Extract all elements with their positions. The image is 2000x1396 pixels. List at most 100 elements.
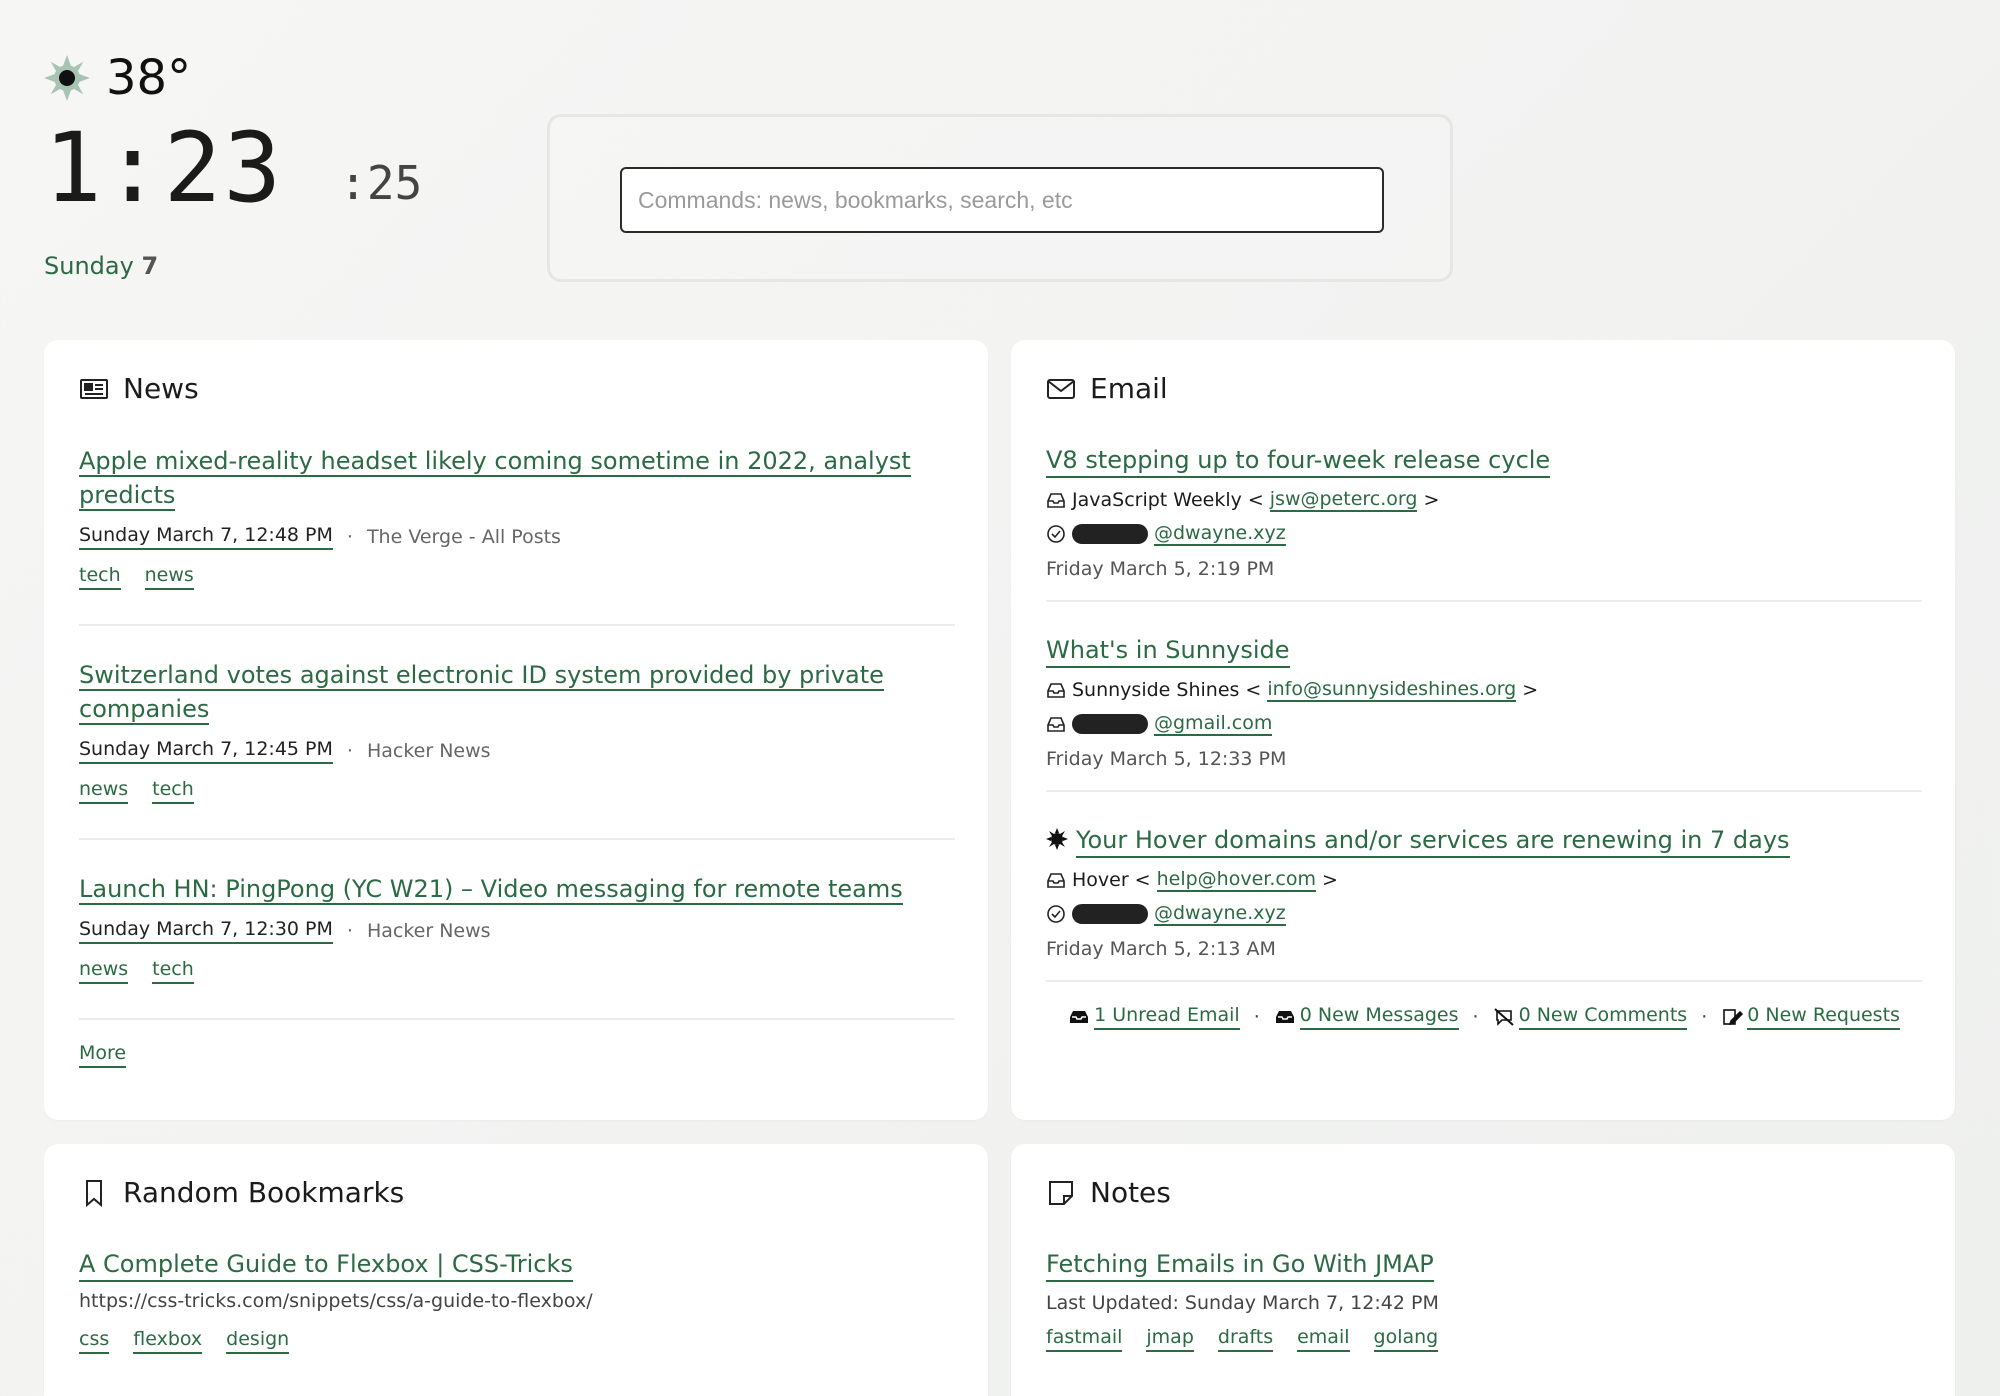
clock-seconds: :25 xyxy=(339,156,423,210)
bookmark-icon xyxy=(79,1178,109,1208)
email-item: Your Hover domains and/or services are r… xyxy=(1046,826,1922,960)
new-comments-link[interactable]: 0 New Comments xyxy=(1493,1004,1688,1030)
notes-heading: Notes xyxy=(1046,1176,1171,1209)
new-messages-link[interactable]: 0 New Messages xyxy=(1274,1004,1459,1030)
angle-close: > xyxy=(1423,489,1440,511)
check-badge-icon xyxy=(1046,904,1066,924)
newspaper-icon xyxy=(79,374,109,404)
sender-address[interactable]: help@hover.com xyxy=(1156,868,1316,892)
tag-link[interactable]: flexbox xyxy=(133,1328,203,1354)
inbox-tray-icon xyxy=(1274,1007,1296,1027)
notes-title: Notes xyxy=(1090,1176,1171,1209)
sun-icon xyxy=(42,53,92,103)
notes-card: Notes Fetching Emails in Go With JMAP La… xyxy=(1011,1144,1955,1396)
note-updated: Last Updated: Sunday March 7, 12:42 PM xyxy=(1046,1292,1439,1314)
temperature: 38° xyxy=(106,50,192,106)
day-name: Sunday xyxy=(44,252,134,280)
sender-address[interactable]: info@sunnysideshines.org xyxy=(1267,678,1517,702)
email-to: @gmail.com xyxy=(1046,712,1922,736)
tag-link[interactable]: drafts xyxy=(1217,1326,1274,1352)
email-card: Email V8 stepping up to four-week releas… xyxy=(1011,340,1955,1120)
tag-link[interactable]: email xyxy=(1297,1326,1350,1352)
inbox-icon xyxy=(1046,870,1066,890)
redacted-text xyxy=(1072,714,1148,734)
divider xyxy=(79,624,955,626)
tag-link[interactable]: css xyxy=(79,1328,110,1354)
inbox-icon xyxy=(1046,714,1066,734)
angle-open: < xyxy=(1134,869,1151,891)
angle-open: < xyxy=(1245,679,1262,701)
tag-link[interactable]: golang xyxy=(1373,1326,1439,1352)
email-subject-link[interactable]: Your Hover domains and/or services are r… xyxy=(1046,826,1922,858)
clock: 1:23 :25 xyxy=(44,120,422,216)
news-item: Launch HN: PingPong (YC W21) – Video mes… xyxy=(79,872,955,984)
new-requests-link[interactable]: 0 New Requests xyxy=(1721,1004,1900,1030)
inbox-tray-icon xyxy=(1068,1007,1090,1027)
news-card: News Apple mixed-reality headset likely … xyxy=(44,340,988,1120)
recipient-address[interactable]: @gmail.com xyxy=(1154,712,1273,736)
news-title: News xyxy=(123,372,199,405)
email-item: V8 stepping up to four-week release cycl… xyxy=(1046,446,1922,580)
email-date: Friday March 5, 12:33 PM xyxy=(1046,748,1287,770)
tag-link[interactable]: news xyxy=(79,958,129,984)
news-item-link[interactable]: Apple mixed-reality headset likely comin… xyxy=(79,444,955,512)
angle-close: > xyxy=(1321,869,1338,891)
separator-dot: · xyxy=(346,920,353,942)
news-item-date[interactable]: Sunday March 7, 12:45 PM xyxy=(79,738,333,764)
tag-link[interactable]: tech xyxy=(152,958,194,984)
unread-email-link[interactable]: 1 Unread Email xyxy=(1068,1004,1240,1030)
inbox-icon xyxy=(1046,680,1066,700)
separator-dot: · xyxy=(1472,1006,1479,1028)
check-badge-icon xyxy=(1046,524,1066,544)
news-item: Apple mixed-reality headset likely comin… xyxy=(79,444,955,590)
separator-dot: · xyxy=(346,526,353,548)
news-item-source: Hacker News xyxy=(366,920,491,942)
sender-name: Hover xyxy=(1072,869,1129,891)
news-item-source: Hacker News xyxy=(366,740,491,762)
news-item-link[interactable]: Switzerland votes against electronic ID … xyxy=(79,658,955,726)
tag-link[interactable]: fastmail xyxy=(1046,1326,1123,1352)
email-from: Hover < help@hover.com > xyxy=(1046,868,1922,892)
tag-link[interactable]: tech xyxy=(152,778,194,804)
tag-link[interactable]: news xyxy=(144,564,194,590)
edit-document-icon xyxy=(1721,1007,1744,1027)
recipient-address[interactable]: @dwayne.xyz xyxy=(1154,902,1286,926)
bookmark-link[interactable]: A Complete Guide to Flexbox | CSS-Tricks xyxy=(79,1250,573,1282)
email-date: Friday March 5, 2:13 AM xyxy=(1046,938,1276,960)
separator-dot: · xyxy=(1701,1006,1708,1028)
sender-name: Sunnyside Shines xyxy=(1072,679,1240,701)
email-to: @dwayne.xyz xyxy=(1046,522,1922,546)
divider xyxy=(79,838,955,840)
email-subject-link[interactable]: V8 stepping up to four-week release cycl… xyxy=(1046,446,1922,478)
note-tags: fastmail jmap drafts email golang xyxy=(1046,1326,1439,1352)
tag-link[interactable]: tech xyxy=(79,564,121,590)
tag-link[interactable]: news xyxy=(79,778,129,804)
weather-widget: 38° xyxy=(42,50,191,106)
note-icon xyxy=(1046,1178,1076,1208)
email-from: JavaScript Weekly < jsw@peterc.org > xyxy=(1046,488,1922,512)
envelope-icon xyxy=(1046,374,1076,404)
divider xyxy=(79,1018,955,1020)
more-news-link[interactable]: More xyxy=(79,1042,127,1068)
news-item-link[interactable]: Launch HN: PingPong (YC W21) – Video mes… xyxy=(79,872,955,906)
news-item-date[interactable]: Sunday March 7, 12:48 PM xyxy=(79,524,333,550)
divider xyxy=(1046,790,1922,792)
news-heading: News xyxy=(79,372,199,405)
tag-link[interactable]: jmap xyxy=(1146,1326,1194,1352)
email-date: Friday March 5, 2:19 PM xyxy=(1046,558,1275,580)
news-item-date[interactable]: Sunday March 7, 12:30 PM xyxy=(79,918,333,944)
divider xyxy=(1046,600,1922,602)
bookmarks-card: Random Bookmarks A Complete Guide to Fle… xyxy=(44,1144,988,1396)
inbox-icon xyxy=(1046,490,1066,510)
bookmarks-heading: Random Bookmarks xyxy=(79,1176,404,1209)
command-input[interactable] xyxy=(620,167,1384,233)
tag-link[interactable]: design xyxy=(226,1328,290,1354)
news-item: Switzerland votes against electronic ID … xyxy=(79,658,955,804)
divider xyxy=(1046,980,1922,982)
recipient-address[interactable]: @dwayne.xyz xyxy=(1154,522,1286,546)
note-link[interactable]: Fetching Emails in Go With JMAP xyxy=(1046,1250,1434,1282)
sender-address[interactable]: jsw@peterc.org xyxy=(1269,488,1418,512)
angle-close: > xyxy=(1522,679,1539,701)
redacted-text xyxy=(1072,524,1148,544)
email-subject-link[interactable]: What's in Sunnyside xyxy=(1046,636,1922,668)
